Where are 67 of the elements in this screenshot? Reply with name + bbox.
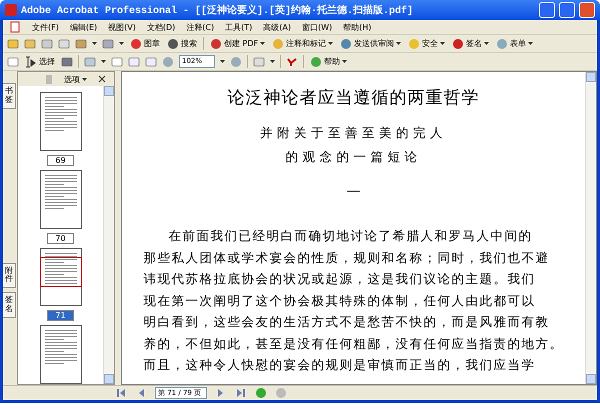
page-thumbnail[interactable] — [40, 92, 82, 151]
text-line: 明白看到，这些会友的生活方式不是愁苦不快的，而是风雅而有教 — [144, 313, 550, 331]
close-icon[interactable] — [96, 73, 108, 85]
side-tab[interactable]: 签名 — [3, 292, 16, 318]
help-button[interactable]: 帮助 — [309, 54, 348, 69]
text-line: 而且，这种令人快慰的宴会的规则是审慎而正当的，我们应当学 — [144, 356, 536, 374]
app-icon — [5, 4, 17, 16]
caret-icon[interactable] — [328, 42, 334, 45]
caret-icon[interactable] — [260, 42, 266, 45]
page-number-label: 71 — [47, 310, 74, 322]
menu-item[interactable]: 帮助(H) — [343, 22, 372, 32]
menu-item[interactable]: 工具(T) — [225, 22, 252, 32]
dash: — — [346, 183, 360, 199]
close-button[interactable] — [579, 2, 595, 18]
side-tab[interactable]: 附件 — [3, 262, 16, 288]
caret-icon[interactable] — [101, 60, 106, 63]
menu-item[interactable]: 文档(D) — [146, 22, 176, 32]
page-subtitle: 的观念的一篇短论 — [286, 148, 422, 166]
caret-icon[interactable] — [440, 42, 446, 45]
page-icon[interactable] — [111, 56, 123, 68]
page-thumbnail[interactable] — [40, 170, 82, 228]
menu-item[interactable]: 编辑(E) — [70, 22, 98, 32]
text-line: 在前面我们已经明白而确切地讨论了希腊人和罗马人中间的 — [168, 227, 532, 245]
menu-item[interactable]: 注释(C) — [186, 22, 214, 32]
first-page-icon[interactable] — [115, 387, 127, 399]
text-cursor-icon — [26, 56, 36, 67]
page-thumbnail[interactable] — [40, 325, 82, 384]
text-line: 讳现代苏格拉底协会的状况或起源，这是我们议论的主题。我们 — [144, 270, 536, 288]
scrollbar[interactable] — [103, 86, 114, 384]
maximize-button[interactable] — [559, 2, 575, 18]
pdf-document-icon — [9, 21, 21, 33]
toolbar-button[interactable]: 安全 — [407, 36, 446, 51]
menu-item[interactable]: 窗口(W) — [302, 22, 332, 32]
menu-item[interactable]: 视图(V) — [108, 22, 136, 32]
menu-item[interactable]: 高级(A) — [263, 22, 291, 32]
page-subtitle: 并附关于至善至美的完人 — [260, 124, 447, 142]
menu-item[interactable]: 文件(F) — [32, 22, 59, 32]
select-tool-button[interactable]: 选择 — [24, 54, 56, 69]
page-number-label: 69 — [47, 154, 74, 166]
toolbar-button[interactable]: 发送供审阅 — [339, 36, 402, 51]
view-rectangle — [40, 256, 82, 286]
toolbar-button[interactable]: 图章 — [129, 36, 161, 51]
caret-icon[interactable] — [220, 60, 225, 63]
toolbar-button[interactable]: 搜索 — [166, 36, 198, 51]
text-line: 养的，不但如此，甚至是没有任何粗鄙，没有任何应当指责的地方。 — [144, 334, 564, 352]
text-line: 那些私人团体或学术宴会的性质，规则和名称；同时，我们也不避 — [144, 248, 550, 266]
toolbar-button[interactable]: 注释和标记 — [271, 36, 334, 51]
scrollbar[interactable] — [585, 72, 596, 384]
toolbar-button[interactable]: 创建 PDF — [209, 36, 266, 51]
caret-icon[interactable] — [119, 42, 124, 45]
side-tab[interactable]: 书签 — [3, 83, 16, 109]
caret-icon[interactable] — [92, 42, 97, 45]
text-line: 现在第一次阐明了这个协会极其特殊的体制，任何人由此都可以 — [144, 292, 536, 310]
last-page-icon[interactable] — [235, 387, 247, 399]
caret-icon[interactable] — [82, 78, 87, 80]
caret-icon[interactable] — [396, 42, 402, 45]
window-title: Adobe Acrobat Professional - [[泛神论要义].[英]约翰·托兰德.扫描版.pdf] — [21, 3, 414, 17]
toolbar-button[interactable]: 签名 — [451, 36, 490, 51]
page-thumbnail[interactable] — [40, 248, 82, 306]
caret-icon[interactable] — [342, 60, 347, 63]
toolbar-button[interactable]: 表单 — [495, 36, 534, 51]
page-number-label: 70 — [47, 232, 74, 244]
caret-icon[interactable] — [270, 60, 275, 63]
caret-icon[interactable] — [528, 42, 534, 45]
page-title: 论泛神论者应当遵循的两重哲学 — [228, 87, 480, 109]
minimize-button[interactable] — [539, 2, 555, 18]
caret-icon[interactable] — [484, 42, 490, 45]
